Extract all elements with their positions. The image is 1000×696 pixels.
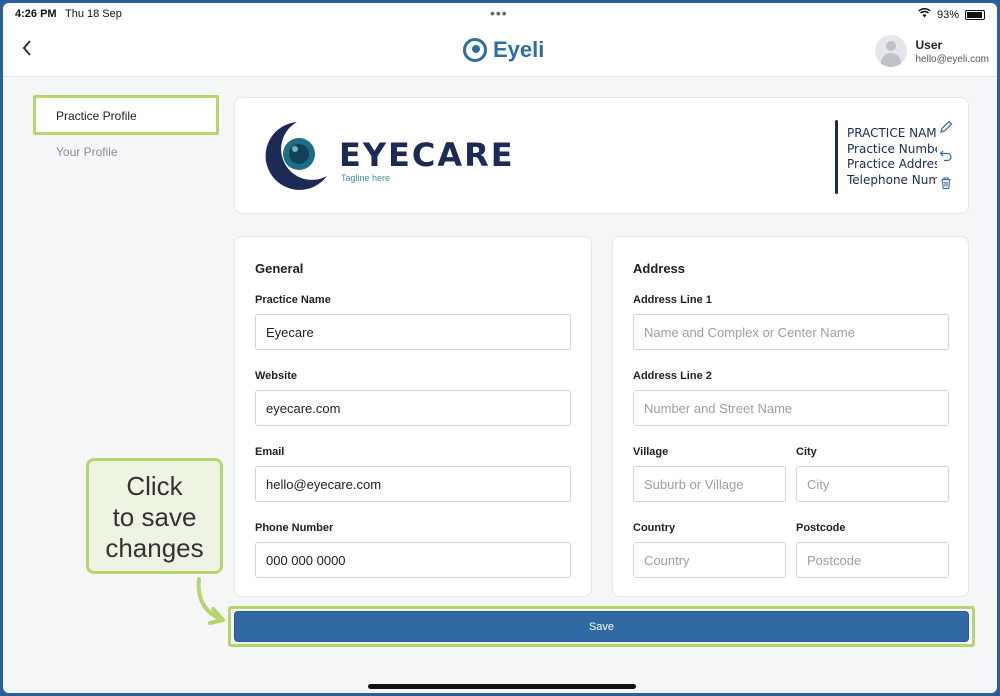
back-chevron-icon[interactable] xyxy=(21,37,33,63)
website-label: Website xyxy=(255,370,297,382)
practice-info-name: PRACTICE NAME xyxy=(847,126,937,140)
app-brand: Eyeli xyxy=(463,37,544,63)
battery-percent: 93% xyxy=(936,8,959,21)
home-indicator[interactable] xyxy=(368,684,636,689)
status-indicators: 93% xyxy=(918,8,985,21)
save-button[interactable]: Save xyxy=(234,611,969,642)
user-email: hello@eyeli.com xyxy=(915,53,989,65)
battery-icon xyxy=(965,9,985,20)
general-card: General Practice Name Website Email Phon… xyxy=(234,236,592,597)
address-line1-label: Address Line 1 xyxy=(633,294,712,306)
callout-line-2: to save xyxy=(112,502,197,532)
website-input[interactable] xyxy=(255,390,571,426)
city-input[interactable] xyxy=(796,466,949,502)
trash-icon[interactable] xyxy=(939,176,953,190)
practice-logo-card: EYECARE Tagline here PRACTICE NAME Pract… xyxy=(234,97,969,214)
status-time: 4:26 PM xyxy=(15,8,57,20)
village-label: Village xyxy=(633,446,669,458)
tablet-screen: 4:26 PM Thu 18 Sep ••• 93% Eyeli User he… xyxy=(3,3,997,693)
eyecare-logo-icon xyxy=(265,122,327,190)
address-line2-input[interactable] xyxy=(633,390,949,426)
address-title: Address xyxy=(633,261,686,276)
callout-line-1: Click xyxy=(126,471,183,501)
logo-divider xyxy=(835,120,838,194)
phone-number-label: Phone Number xyxy=(255,522,334,534)
multitask-dots-icon[interactable]: ••• xyxy=(490,5,508,21)
callout-arrow-icon xyxy=(196,577,225,625)
address-card: Address Address Line 1 Address Line 2 Vi… xyxy=(612,236,969,597)
wifi-icon xyxy=(918,8,931,21)
practice-name-label: Practice Name xyxy=(255,294,331,306)
eyeli-logo-icon xyxy=(463,38,487,62)
country-input[interactable] xyxy=(633,542,786,578)
practice-info-address: Practice Address xyxy=(847,157,937,171)
practice-info-telephone: Telephone Number xyxy=(847,172,937,187)
phone-number-input[interactable] xyxy=(255,542,571,578)
practice-info-number: Practice Number xyxy=(847,141,937,156)
postcode-input[interactable] xyxy=(796,542,949,578)
nav-item-your-profile[interactable]: Your Profile xyxy=(33,135,223,159)
user-name: User xyxy=(915,37,943,52)
save-callout: Click to save changes xyxy=(86,458,223,574)
practice-tagline: Tagline here xyxy=(341,173,391,183)
city-label: City xyxy=(796,446,817,458)
email-input[interactable] xyxy=(255,466,571,502)
email-label: Email xyxy=(255,446,285,458)
nav-item-practice-profile[interactable]: Practice Profile xyxy=(33,95,219,135)
address-line1-input[interactable] xyxy=(633,314,949,350)
status-bar: 4:26 PM Thu 18 Sep ••• 93% xyxy=(3,3,997,27)
callout-line-3: changes xyxy=(105,533,204,563)
practice-name-input[interactable] xyxy=(255,314,571,350)
status-date: Thu 18 Sep xyxy=(65,8,122,20)
practice-info: PRACTICE NAME Practice Number Practice A… xyxy=(847,126,937,188)
country-label: Country xyxy=(633,522,676,534)
edit-pencil-icon[interactable] xyxy=(939,120,953,134)
undo-icon[interactable] xyxy=(939,148,953,162)
user-details: User hello@eyeli.com xyxy=(915,38,989,65)
practice-brand-text: EYECARE xyxy=(339,136,515,174)
logo-actions xyxy=(939,120,953,190)
postcode-label: Postcode xyxy=(796,522,846,534)
general-title: General xyxy=(255,261,304,276)
avatar[interactable] xyxy=(875,35,908,67)
brand-name: Eyeli xyxy=(493,37,545,62)
app-header: Eyeli User hello@eyeli.com xyxy=(3,27,997,77)
user-menu[interactable]: User hello@eyeli.com xyxy=(875,35,989,67)
side-nav: Practice Profile Your Profile xyxy=(33,95,223,159)
village-input[interactable] xyxy=(633,466,786,502)
address-line2-label: Address Line 2 xyxy=(633,370,712,382)
